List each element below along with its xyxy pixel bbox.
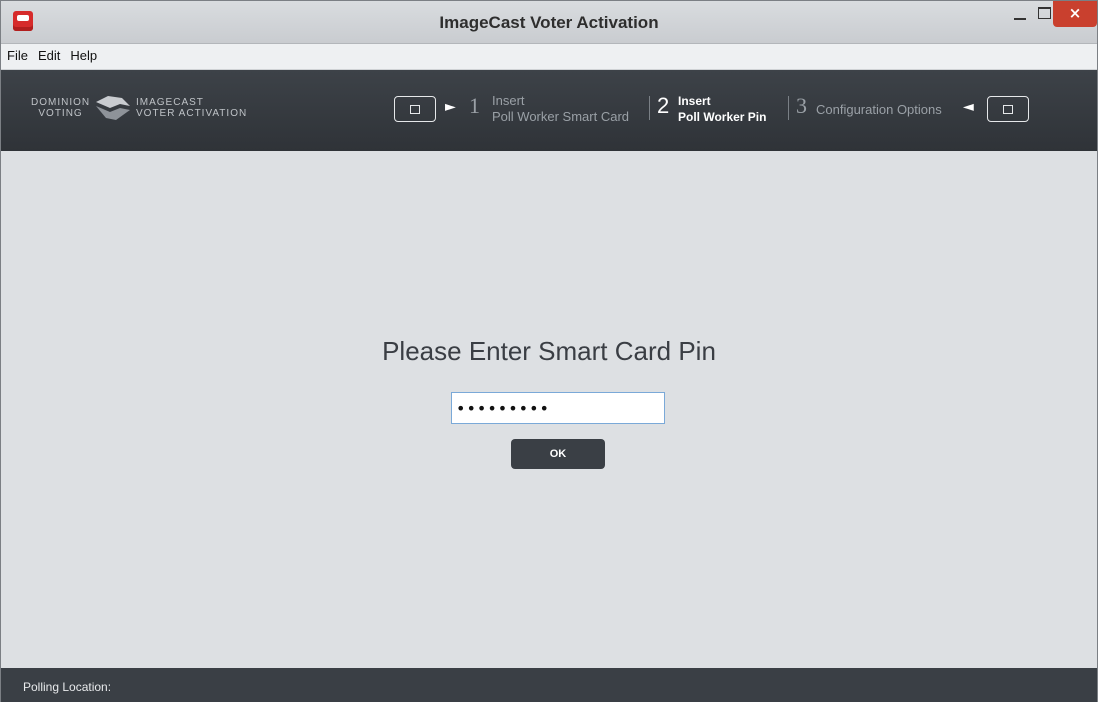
- wizard-header: DOMINION VOTING IMAGECAST VOTER ACTIVATI…: [1, 70, 1097, 151]
- maximize-button[interactable]: [1035, 1, 1055, 27]
- title-bar[interactable]: ImageCast Voter Activation ×: [1, 1, 1097, 44]
- menu-bar: File Edit Help: [1, 44, 1097, 70]
- menu-edit[interactable]: Edit: [32, 44, 64, 63]
- pin-input[interactable]: [451, 392, 665, 424]
- step-2-number: 2: [657, 93, 670, 118]
- logo-left-line2: VOTING: [38, 108, 83, 119]
- step-divider: [649, 96, 650, 120]
- logo-right-line1: IMAGECAST: [136, 97, 204, 108]
- app-window: ImageCast Voter Activation × File Edit Hel…: [0, 0, 1098, 702]
- imagecast-logo: IMAGECAST VOTER ACTIVATION: [136, 97, 247, 119]
- main-content: Please Enter Smart Card Pin OK: [1, 151, 1097, 668]
- step-2-line1: Insert: [678, 94, 711, 108]
- step-3-label: Configuration Options: [816, 102, 942, 117]
- close-button[interactable]: ×: [1053, 1, 1097, 27]
- step-3-number: 3: [796, 93, 807, 118]
- menu-help[interactable]: Help: [64, 44, 101, 63]
- ok-button[interactable]: OK: [511, 439, 605, 469]
- pin-prompt: Please Enter Smart Card Pin: [382, 336, 716, 366]
- arrow-left-icon: ◄: [963, 99, 974, 115]
- minimize-button[interactable]: [1005, 1, 1035, 27]
- step-divider: [788, 96, 789, 120]
- smart-card-slot-icon: [394, 96, 436, 122]
- step-1-line2: Poll Worker Smart Card: [492, 109, 630, 124]
- arrow-right-icon: ►: [445, 99, 456, 115]
- window-title: ImageCast Voter Activation: [439, 13, 659, 32]
- dominion-logo-icon: [96, 96, 130, 120]
- dominion-voting-logo: DOMINION VOTING: [31, 97, 90, 119]
- step-1-number: 1: [469, 93, 480, 118]
- smart-card-slot-icon: [987, 96, 1029, 122]
- menu-file[interactable]: File: [1, 44, 32, 63]
- logo-right-line2: VOTER ACTIVATION: [136, 108, 248, 119]
- step-1-line1: Insert: [492, 93, 525, 108]
- step-2-line2: Poll Worker Pin: [678, 110, 767, 124]
- polling-location-label: Polling Location:: [23, 680, 112, 694]
- status-bar: Polling Location:: [1, 668, 1097, 702]
- logo-left-line1: DOMINION: [31, 97, 91, 108]
